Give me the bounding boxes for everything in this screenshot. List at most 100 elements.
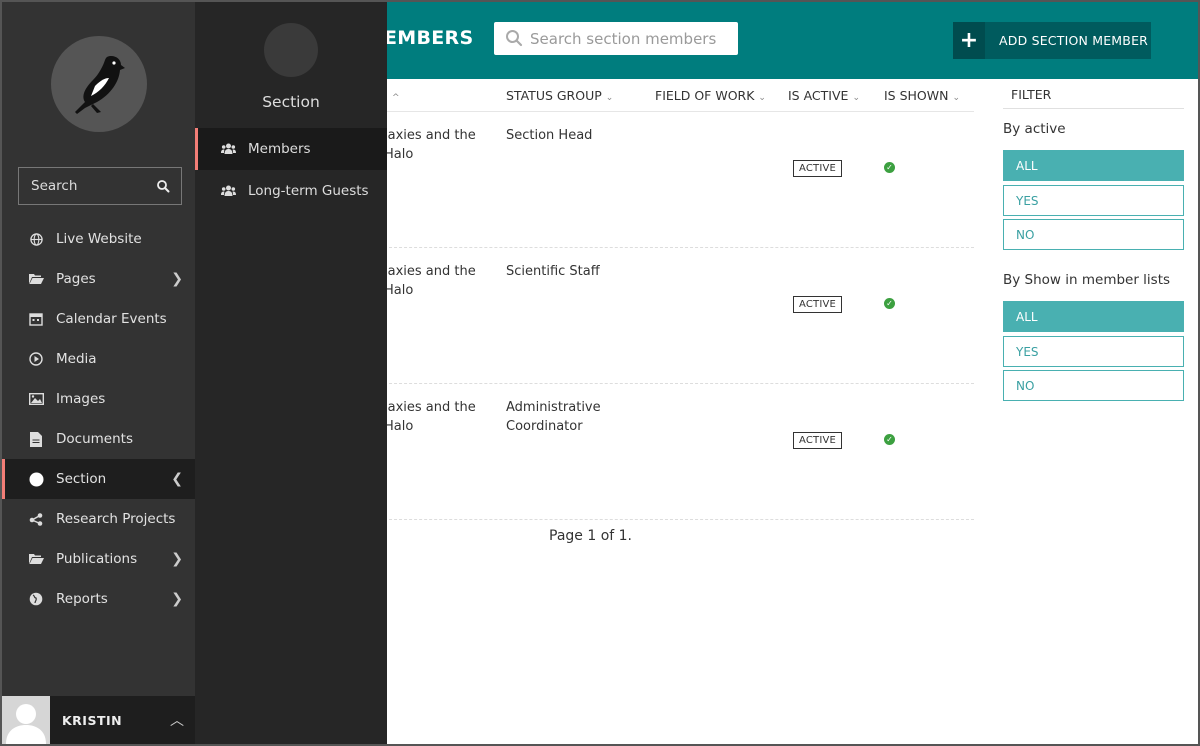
chevron-down-icon: ⌄: [605, 93, 614, 103]
circle-icon: [28, 471, 44, 487]
chevron-right-icon: ❯: [171, 551, 183, 567]
sidebar-search-input[interactable]: [19, 168, 149, 204]
main-sidebar: Live Website Pages ❯ Calendar Events Med…: [2, 2, 195, 744]
logo[interactable]: [51, 36, 147, 132]
search-icon[interactable]: [156, 179, 170, 193]
sidebar-item-label: Section: [56, 471, 107, 487]
sidebar-item-label: Media: [56, 351, 97, 367]
play-icon: [28, 351, 44, 367]
table-header: ^ STATUS GROUP ⌄ FIELD OF WORK ⌄ IS ACTIVE…: [384, 79, 974, 112]
filter-show-yes[interactable]: YES: [1003, 335, 1184, 367]
status-group-line: Coordinator: [506, 419, 583, 434]
member-search-box[interactable]: [494, 22, 738, 55]
member-title-line: Halo: [384, 419, 414, 434]
sidebar-item-label: Documents: [56, 431, 133, 447]
filter-by-active-label: By active: [1003, 121, 1066, 137]
table-row[interactable]: laxies and the Halo Scientific Staff ACTI…: [384, 248, 974, 384]
sidebar-item-label: Publications: [56, 551, 138, 567]
filter-active-all[interactable]: ALL: [1003, 150, 1184, 181]
submenu-title: Section: [262, 93, 320, 111]
submenu-item-label: Long-term Guests: [248, 183, 369, 199]
section-icon: [264, 23, 318, 77]
sidebar-item-section[interactable]: Section ❮: [2, 459, 195, 499]
column-status-group[interactable]: STATUS GROUP ⌄: [506, 88, 613, 103]
sidebar-item-pages[interactable]: Pages ❯: [2, 259, 195, 299]
sidebar-item-documents[interactable]: Documents: [2, 419, 195, 459]
sidebar-item-label: Live Website: [56, 231, 142, 247]
submenu-item-long-term-guests[interactable]: Long-term Guests: [195, 170, 387, 212]
column-field-of-work[interactable]: FIELD OF WORK ⌄: [655, 88, 766, 103]
chevron-right-icon: ❯: [171, 591, 183, 607]
status-group-cell: Section Head: [506, 128, 593, 143]
check-circle-icon: ✓: [884, 298, 895, 309]
sidebar-item-label: Calendar Events: [56, 311, 167, 327]
sidebar-item-calendar-events[interactable]: Calendar Events: [2, 299, 195, 339]
member-title-line: Halo: [384, 147, 414, 162]
submenu-item-members[interactable]: Members: [195, 128, 387, 170]
chevron-up-icon[interactable]: ︿: [170, 710, 184, 730]
member-title-line: laxies and the: [384, 264, 476, 279]
filter-show-all[interactable]: ALL: [1003, 301, 1184, 332]
sidebar-item-live-website[interactable]: Live Website: [2, 219, 195, 259]
group-icon: [221, 143, 237, 155]
member-title-cell[interactable]: laxies and the Halo: [384, 262, 476, 300]
avatar: [2, 696, 50, 744]
globe-icon: [28, 231, 44, 247]
sidebar-search[interactable]: [18, 167, 182, 205]
filter-show-no[interactable]: NO: [1003, 370, 1184, 401]
app-window: EMBERS + ADD SECTION MEMBER ^ STATUS GRO…: [0, 0, 1200, 746]
sidebar-item-reports[interactable]: Reports ❯: [2, 579, 195, 619]
status-group-cell: Administrative Coordinator: [506, 398, 601, 436]
sidebar-item-media[interactable]: Media: [2, 339, 195, 379]
filter-active-yes[interactable]: YES: [1003, 184, 1184, 216]
sidebar-menu: Live Website Pages ❯ Calendar Events Med…: [2, 219, 195, 619]
chevron-down-icon: ⌄: [952, 93, 961, 103]
filter-by-show-label: By Show in member lists: [1003, 272, 1171, 288]
members-table: ^ STATUS GROUP ⌄ FIELD OF WORK ⌄ IS ACTIVE…: [384, 79, 974, 520]
filter-active-no[interactable]: NO: [1003, 219, 1184, 250]
table-row[interactable]: laxies and the Halo Section Head ACTIVE ✓: [384, 112, 974, 248]
sidebar-item-images[interactable]: Images: [2, 379, 195, 419]
active-badge: ACTIVE: [793, 432, 843, 449]
member-title-line: laxies and the: [384, 128, 476, 143]
column-is-active[interactable]: IS ACTIVE ⌄: [788, 88, 860, 103]
sidebar-item-label: Pages: [56, 271, 96, 287]
active-badge: ACTIVE: [793, 296, 843, 313]
add-section-member-button[interactable]: + ADD SECTION MEMBER: [953, 22, 1151, 59]
column-title-sort[interactable]: ^: [388, 88, 400, 103]
image-icon: [28, 391, 44, 407]
sidebar-item-label: Reports: [56, 591, 108, 607]
chevron-left-icon: ❮: [171, 471, 183, 487]
status-group-line: Administrative: [506, 400, 601, 415]
filter-panel: FILTER By active ALL YES NO By Show in m…: [1003, 79, 1184, 405]
calendar-icon: [28, 311, 44, 327]
check-circle-icon: ✓: [884, 162, 895, 173]
member-title-cell[interactable]: laxies and the Halo: [384, 126, 476, 164]
user-menu[interactable]: KRISTIN ︿: [2, 696, 195, 744]
column-is-shown[interactable]: IS SHOWN ⌄: [884, 88, 960, 103]
chevron-down-icon: ⌄: [852, 93, 860, 103]
user-name: KRISTIN: [62, 713, 123, 728]
sidebar-item-publications[interactable]: Publications ❯: [2, 539, 195, 579]
column-status-group-label: STATUS GROUP: [506, 88, 602, 103]
member-search-input[interactable]: [530, 22, 730, 55]
sidebar-item-label: Images: [56, 391, 106, 407]
sidebar-item-research-projects[interactable]: Research Projects: [2, 499, 195, 539]
folder-open-icon: [28, 271, 44, 287]
table-row[interactable]: laxies and the Halo Administrative Coordin…: [384, 384, 974, 520]
sidebar-item-label: Research Projects: [56, 511, 176, 527]
share-icon: [28, 511, 44, 527]
check-circle-icon: ✓: [884, 434, 895, 445]
pagination-text: Page 1 of 1.: [549, 528, 633, 544]
active-badge: ACTIVE: [793, 160, 843, 177]
chevron-right-icon: ❯: [171, 271, 183, 287]
add-section-member-label: ADD SECTION MEMBER: [999, 33, 1149, 48]
page-title: EMBERS: [384, 27, 474, 49]
member-title-line: laxies and the: [384, 400, 476, 415]
globe-icon: [28, 591, 44, 607]
member-title-cell[interactable]: laxies and the Halo: [384, 398, 476, 436]
folder-open-icon: [28, 551, 44, 567]
plus-icon: +: [953, 22, 985, 59]
group-icon: [221, 185, 237, 197]
sort-caret-icon: ^: [392, 93, 400, 103]
